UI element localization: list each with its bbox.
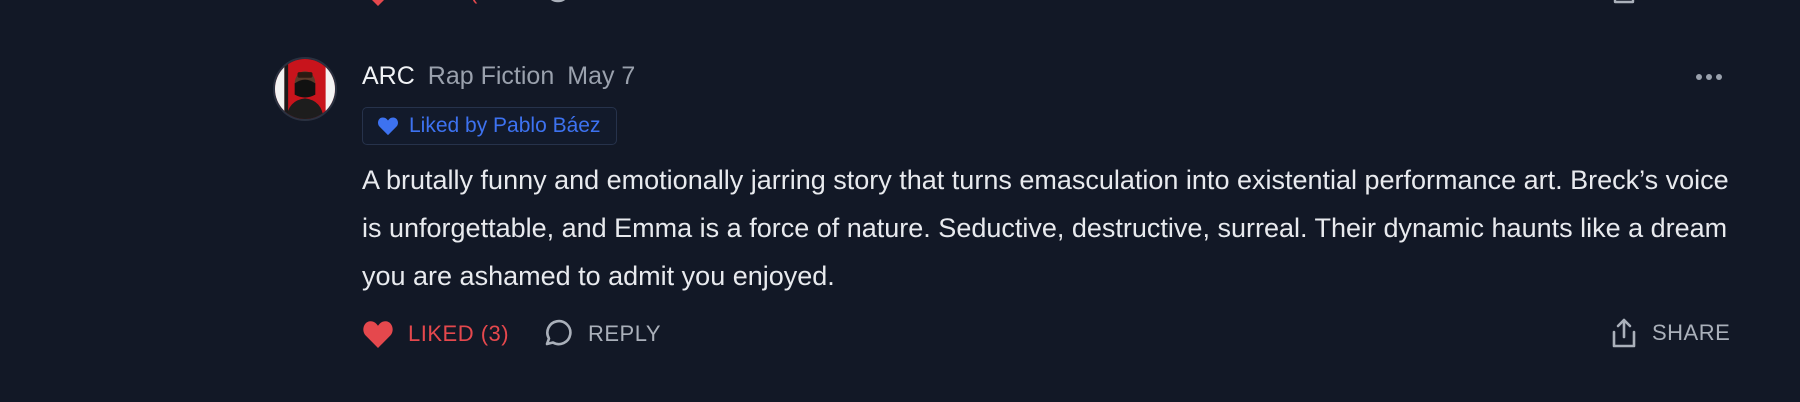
comment: ARC Rap Fiction May 7 Liked by Pablo Báe… [0, 0, 1800, 402]
reply-button[interactable]: REPLY [542, 318, 661, 350]
like-button[interactable]: LIKED (3) [362, 318, 509, 350]
avatar[interactable] [273, 57, 337, 121]
more-options-button[interactable] [1692, 62, 1726, 92]
share-upload-icon [1610, 317, 1638, 349]
publication-name[interactable]: Rap Fiction [428, 62, 554, 91]
speech-bubble-icon [542, 319, 572, 349]
comment-actions: LIKED (3) REPLY SHARE [0, 312, 1800, 356]
avatar-image [275, 59, 335, 119]
like-label: LIKED (3) [408, 321, 510, 346]
more-horizontal-icon [1696, 74, 1722, 80]
heart-filled-icon [377, 116, 399, 136]
comment-meta: ARC Rap Fiction May 7 [362, 62, 635, 98]
liked-by-text: Liked by Pablo Báez [409, 114, 601, 137]
share-label: SHARE [1652, 320, 1731, 345]
liked-by-badge[interactable]: Liked by Pablo Báez [362, 107, 618, 145]
heart-filled-icon [362, 319, 394, 349]
comments-page: ( ARC Rap Fi [0, 0, 1800, 402]
comment-body: A brutally funny and emotionally jarring… [362, 165, 1729, 291]
author-name[interactable]: ARC [362, 62, 415, 91]
share-button[interactable]: SHARE [1610, 316, 1730, 350]
comment-date[interactable]: May 7 [567, 62, 635, 91]
reply-label: REPLY [588, 321, 662, 346]
